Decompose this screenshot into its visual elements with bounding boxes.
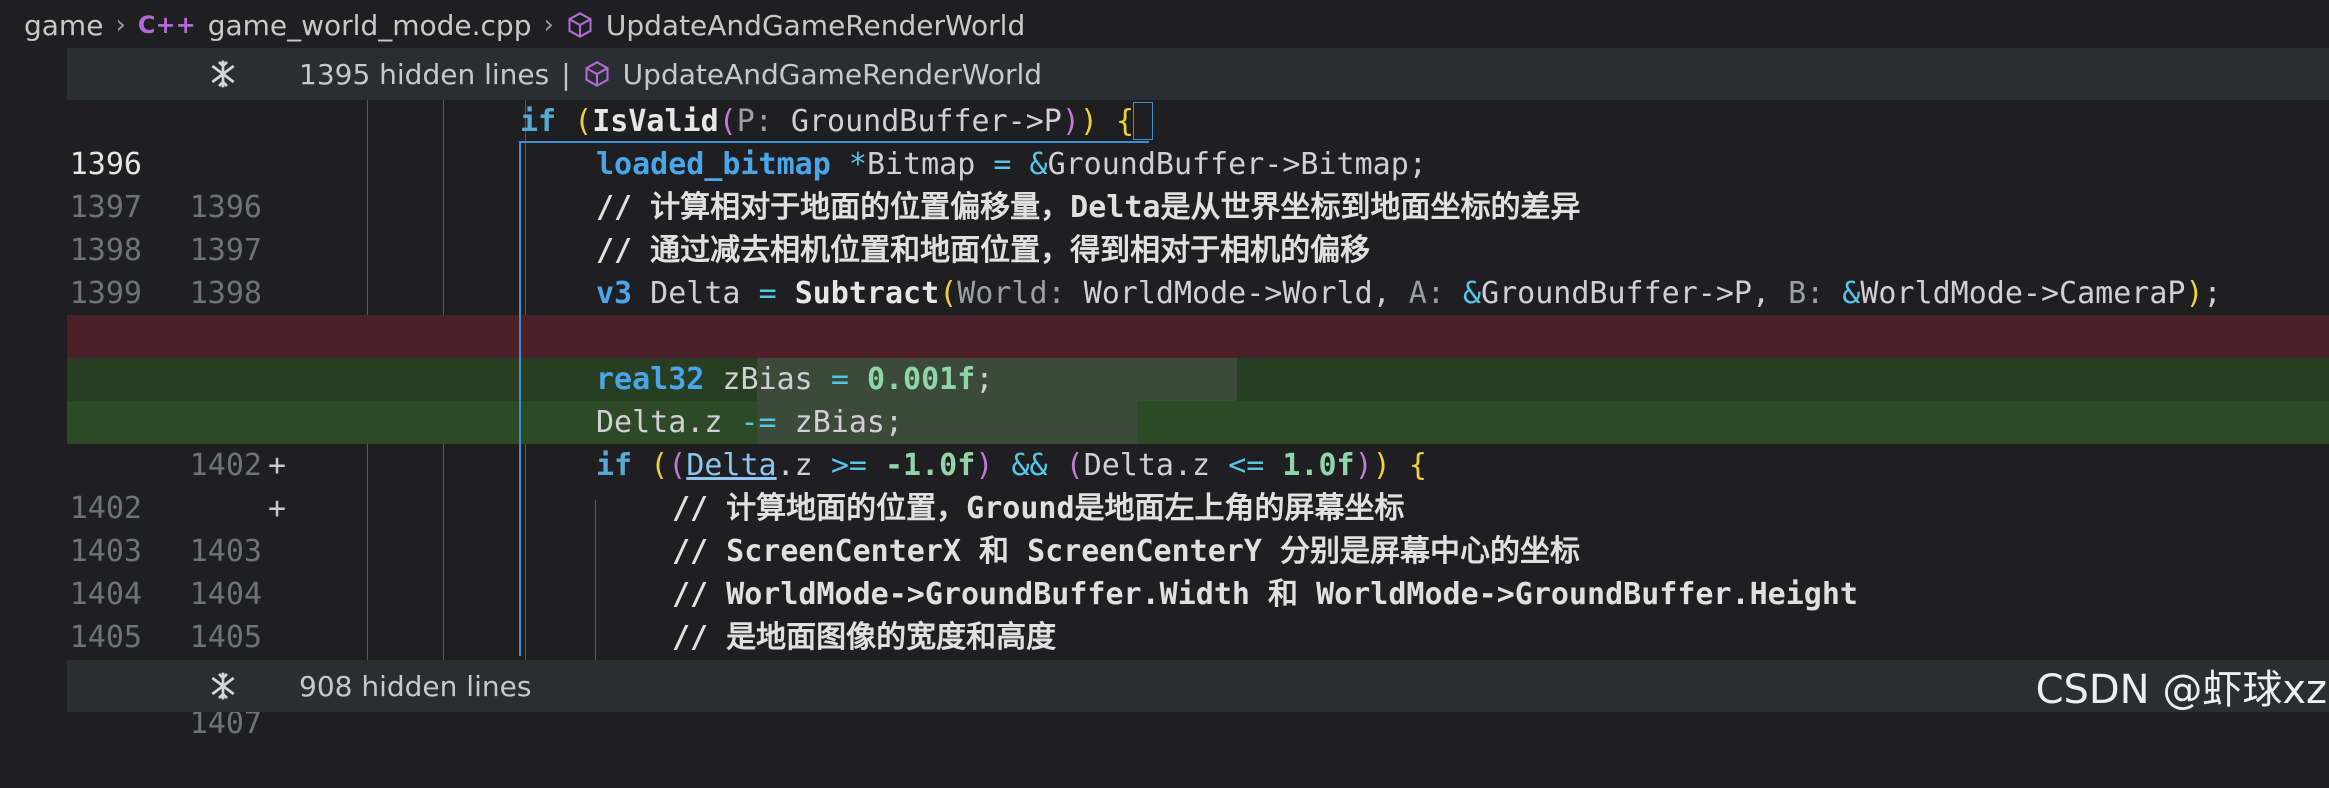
chevron-right-icon: › <box>115 10 126 40</box>
cube-icon <box>583 60 611 88</box>
line-gutter: 1402 + <box>67 401 300 526</box>
line-gutter: 1397 1397 <box>67 143 300 268</box>
code-line-deleted[interactable]: 1401 — <box>67 315 2329 440</box>
code-line-added-1402[interactable]: 1402 + Delta.z -= zBias; <box>67 401 2329 526</box>
hidden-lines-separator: | <box>561 57 571 91</box>
line-gutter: 1398 1398 <box>67 186 300 311</box>
line-gutter: 1400 1400 <box>67 272 300 397</box>
scope-highlight <box>519 141 1149 656</box>
breadcrumb-game[interactable]: game <box>24 9 103 42</box>
line-gutter: 1399 1399 <box>67 229 300 354</box>
code-line-added-1401[interactable]: 1401 + real32 zBias = 0.001f; <box>67 358 2329 483</box>
line-gutter: 1396 1396 <box>67 100 300 225</box>
code-line-1405[interactable]: 1404 1405 // ScreenCenterX 和 ScreenCente… <box>67 530 2329 655</box>
code-line-1403[interactable]: 1402 1403 if ((Delta.z >= -1.0f) && (Del… <box>67 444 2329 569</box>
watermark: CSDN @虾球xz <box>2035 667 2327 713</box>
code-content: if (IsValid(P: GroundBuffer->P)) { <box>300 100 2329 143</box>
line-gutter: 1402 1403 <box>67 444 300 569</box>
hidden-lines-count: 1395 hidden lines <box>299 57 550 91</box>
code-line-1407[interactable]: 1406 1407 // 是地面图像的宽度和高度 <box>67 616 2329 741</box>
unfold-icon[interactable] <box>207 58 239 90</box>
code-line-1397[interactable]: 1397 1397 loaded_bitmap *Bitmap = &Groun… <box>67 143 2329 268</box>
nested-indent-guide <box>595 500 596 660</box>
hidden-lines-label: 908 hidden lines <box>299 670 531 703</box>
hidden-lines-label: 1395 hidden lines | UpdateAndGameRenderW… <box>299 58 1042 91</box>
breadcrumb-file[interactable]: game_world_mode.cpp <box>208 9 532 42</box>
hidden-lines-count: 908 hidden lines <box>299 669 532 703</box>
code-line-1399[interactable]: 1399 1399 // 通过减去相机位置和地面位置，得到相对于相机的偏移 <box>67 229 2329 354</box>
bracket-match-highlight <box>1133 102 1153 140</box>
code-line-1406[interactable]: 1405 1406 // WorldMode->GroundBuffer.Wid… <box>67 573 2329 698</box>
code-line-1396[interactable]: 1396 1396 if (IsValid(P: GroundBuffer->P… <box>67 100 2329 225</box>
unfold-icon[interactable] <box>207 670 239 702</box>
cube-icon <box>566 11 594 39</box>
code-line-1398[interactable]: 1398 1398 // 计算相对于地面的位置偏移量，Delta是从世界坐标到地… <box>67 186 2329 311</box>
line-gutter: 1405 1406 <box>67 573 300 698</box>
breadcrumb-symbol[interactable]: UpdateAndGameRenderWorld <box>606 9 1025 42</box>
hidden-lines-top[interactable]: 1395 hidden lines | UpdateAndGameRenderW… <box>67 48 2329 100</box>
hidden-lines-symbol[interactable]: UpdateAndGameRenderWorld <box>623 58 1042 91</box>
line-gutter: 1401 — <box>67 315 300 440</box>
cpp-icon: C++ <box>137 11 196 39</box>
chevron-right-icon: › <box>543 10 554 40</box>
line-gutter: 1404 1405 <box>67 530 300 655</box>
line-gutter: 1401 + <box>67 358 300 483</box>
code-text: if (IsValid(P: GroundBuffer->P)) { <box>520 104 1135 139</box>
line-gutter: 1406 1407 <box>67 616 300 741</box>
code-line-1404[interactable]: 1403 1404 // 计算地面的位置，Ground是地面左上角的屏幕坐标 <box>67 487 2329 612</box>
hidden-lines-bottom[interactable]: 908 hidden lines <box>67 660 2329 712</box>
line-gutter: 1403 1404 <box>67 487 300 612</box>
code-line-1400[interactable]: 1400 1400 v3 Delta = Subtract(World: Wor… <box>67 272 2329 397</box>
breadcrumb: game › C++ game_world_mode.cpp › UpdateA… <box>0 0 2329 50</box>
diff-editor[interactable]: 1396 1396 if (IsValid(P: GroundBuffer->P… <box>67 100 2329 741</box>
